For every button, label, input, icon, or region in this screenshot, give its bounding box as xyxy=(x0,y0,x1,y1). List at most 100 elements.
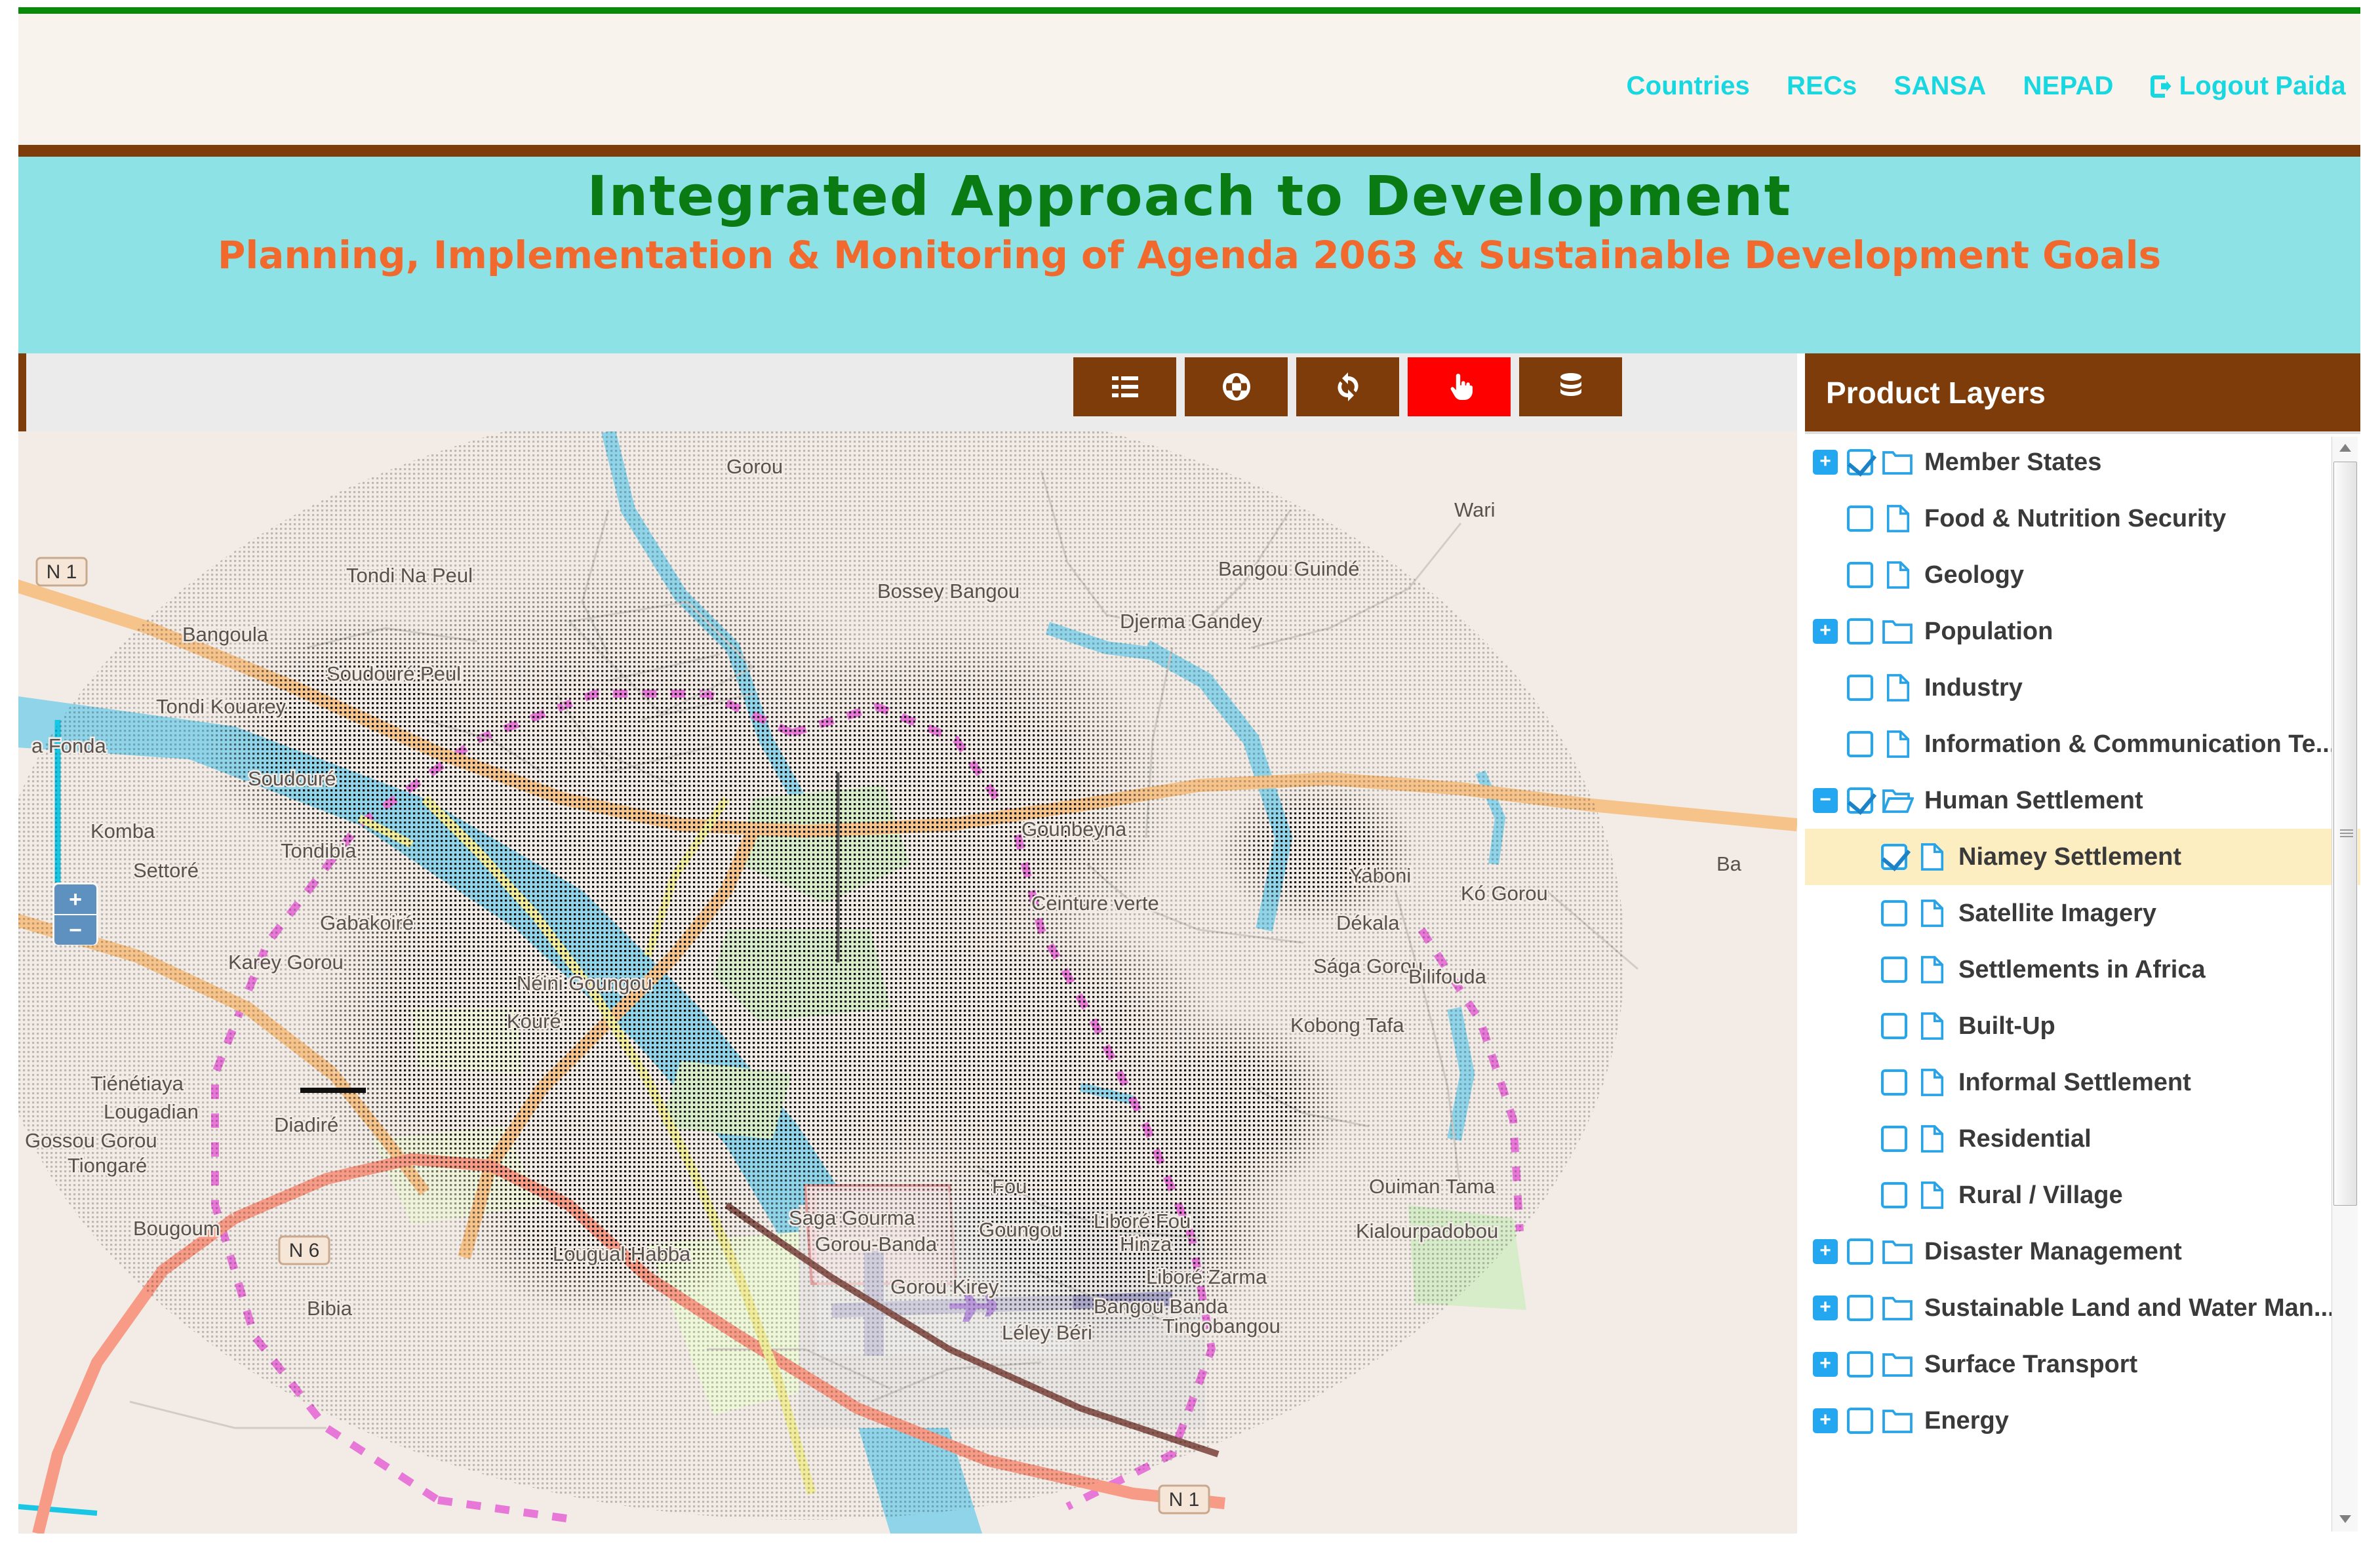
layer-row[interactable]: − Human Settlement xyxy=(1805,772,2360,829)
page-title: Integrated Approach to Development xyxy=(587,164,1792,228)
file-icon xyxy=(1916,900,1948,927)
map-place-label: Lougadian xyxy=(104,1100,199,1123)
expander-spacer xyxy=(1813,675,1838,700)
layer-label: Food & Nutrition Security xyxy=(1924,504,2227,532)
file-icon xyxy=(1916,1125,1948,1153)
expander-spacer xyxy=(1813,1014,1838,1039)
expander-spacer xyxy=(1813,506,1838,531)
map-place-label: Néini Goungou xyxy=(517,972,652,995)
nav-item-sansa[interactable]: SANSA xyxy=(1875,71,2004,101)
expand-icon[interactable]: + xyxy=(1813,1239,1838,1264)
logout-link[interactable]: Logout Paida xyxy=(2132,71,2346,101)
layer-checkbox[interactable] xyxy=(1847,675,1873,701)
scroll-down-arrow[interactable] xyxy=(2332,1508,2358,1530)
expand-icon[interactable]: + xyxy=(1813,450,1838,475)
layer-checkbox[interactable] xyxy=(1881,844,1907,870)
layer-label: Population xyxy=(1924,617,2053,645)
collapse-icon[interactable]: − xyxy=(1813,788,1838,813)
expand-icon[interactable]: + xyxy=(1813,619,1838,644)
layer-checkbox[interactable] xyxy=(1881,900,1907,926)
layer-checkbox[interactable] xyxy=(1847,449,1873,475)
map-place-label: Bangou Guindé xyxy=(1218,557,1359,580)
layer-row[interactable]: Settlements in Africa xyxy=(1805,941,2360,998)
layer-checkbox[interactable] xyxy=(1847,1238,1873,1265)
file-icon xyxy=(1916,1012,1948,1040)
title-banner: Integrated Approach to Development Plann… xyxy=(18,157,2360,353)
expand-icon[interactable]: + xyxy=(1813,1296,1838,1320)
page-subtitle: Planning, Implementation & Monitoring of… xyxy=(217,233,2162,277)
layer-label: Member States xyxy=(1924,448,2102,476)
layer-checkbox[interactable] xyxy=(1881,1126,1907,1152)
nav-item-nepad[interactable]: NEPAD xyxy=(2005,71,2132,101)
layer-checkbox[interactable] xyxy=(1881,957,1907,983)
map-place-label: Tondibia xyxy=(281,839,357,862)
layer-row[interactable]: + Population xyxy=(1805,603,2360,660)
map-canvas[interactable]: N 6 N 1 N 1 Gorou Wari Tondi Na Peul Bangou… xyxy=(18,431,1797,1534)
layer-tree[interactable]: + Member States Food & Nutrition Security G… xyxy=(1805,431,2360,1534)
zoom-out-button[interactable]: − xyxy=(54,915,96,945)
map-place-label: Kouré́ xyxy=(507,1009,561,1033)
expand-icon[interactable]: + xyxy=(1813,1408,1838,1433)
map-place-label: Tiongaré xyxy=(68,1154,147,1177)
layer-checkbox[interactable] xyxy=(1847,787,1873,814)
map-place-label: Kó Gorou xyxy=(1461,882,1548,905)
layer-label: Niamey Settlement xyxy=(1958,842,2182,871)
refresh-button[interactable] xyxy=(1296,357,1399,416)
layer-row[interactable]: Niamey Settlement xyxy=(1805,829,2360,885)
layer-row[interactable]: Food & Nutrition Security xyxy=(1805,490,2360,547)
expander-spacer xyxy=(1813,563,1838,587)
layer-checkbox[interactable] xyxy=(1881,1069,1907,1096)
expander-spacer xyxy=(1813,1070,1838,1095)
database-icon xyxy=(1560,373,1581,396)
main-content: N 6 N 1 N 1 Gorou Wari Tondi Na Peul Bangou… xyxy=(18,353,2360,1534)
layer-row[interactable]: Informal Settlement xyxy=(1805,1054,2360,1111)
map-place-label: Bangoula xyxy=(182,623,269,646)
basemap-button[interactable] xyxy=(1185,357,1288,416)
layer-checkbox[interactable] xyxy=(1847,562,1873,588)
map-place-label: Bibia xyxy=(307,1297,353,1320)
layer-checkbox[interactable] xyxy=(1847,505,1873,532)
layer-label: Built-Up xyxy=(1958,1012,2055,1040)
layer-row[interactable]: Industry xyxy=(1805,660,2360,716)
layer-label: Human Settlement xyxy=(1924,786,2143,814)
layer-checkbox[interactable] xyxy=(1847,618,1873,644)
map-place-label: Soudouré xyxy=(248,767,336,790)
layer-row[interactable]: + Surface Transport xyxy=(1805,1336,2360,1393)
layer-checkbox[interactable] xyxy=(1881,1013,1907,1039)
legend-button[interactable] xyxy=(1073,357,1176,416)
refresh-icon xyxy=(1337,372,1359,401)
file-icon xyxy=(1916,1181,1948,1209)
layer-row[interactable]: Built-Up xyxy=(1805,998,2360,1054)
nav-item-recs[interactable]: RECs xyxy=(1768,71,1876,101)
layer-checkbox[interactable] xyxy=(1847,1351,1873,1377)
layer-row[interactable]: Information & Communication Te... xyxy=(1805,716,2360,772)
layer-checkbox[interactable] xyxy=(1847,1295,1873,1321)
layer-row[interactable]: + Sustainable Land and Water Man... xyxy=(1805,1280,2360,1336)
layer-checkbox[interactable] xyxy=(1847,731,1873,757)
map-place-label: Tingobangou xyxy=(1162,1315,1280,1337)
layer-row[interactable]: Rural / Village xyxy=(1805,1167,2360,1223)
map-viewport[interactable]: N 6 N 1 N 1 Gorou Wari Tondi Na Peul Bangou… xyxy=(18,431,1797,1534)
layer-checkbox[interactable] xyxy=(1881,1182,1907,1208)
layer-row[interactable]: Geology xyxy=(1805,547,2360,603)
layer-row[interactable]: + Energy xyxy=(1805,1393,2360,1449)
map-place-label: Hinza xyxy=(1120,1233,1172,1256)
scrollbar-thumb[interactable] xyxy=(2333,462,2357,1206)
zoom-in-button[interactable]: + xyxy=(54,884,96,914)
layer-row[interactable]: + Member States xyxy=(1805,434,2360,490)
layers-button[interactable] xyxy=(1519,357,1622,416)
layer-row[interactable]: Residential xyxy=(1805,1111,2360,1167)
expander-spacer xyxy=(1813,1183,1838,1208)
layer-checkbox[interactable] xyxy=(1847,1408,1873,1434)
identify-button[interactable] xyxy=(1408,357,1511,416)
expand-icon[interactable]: + xyxy=(1813,1352,1838,1377)
nav-item-countries[interactable]: Countries xyxy=(1608,71,1768,101)
map-place-label: Ceinture verte xyxy=(1031,892,1159,915)
scroll-up-arrow[interactable] xyxy=(2332,437,2358,459)
layer-row[interactable]: Satellite Imagery xyxy=(1805,885,2360,941)
layer-tree-scrollbar[interactable] xyxy=(2331,437,2358,1532)
layer-row[interactable]: + Disaster Management xyxy=(1805,1223,2360,1280)
layer-label: Surface Transport xyxy=(1924,1350,2138,1378)
map-place-label: Tondi Kouarey xyxy=(156,695,287,718)
map-place-label: Léley Béri xyxy=(1002,1321,1092,1344)
